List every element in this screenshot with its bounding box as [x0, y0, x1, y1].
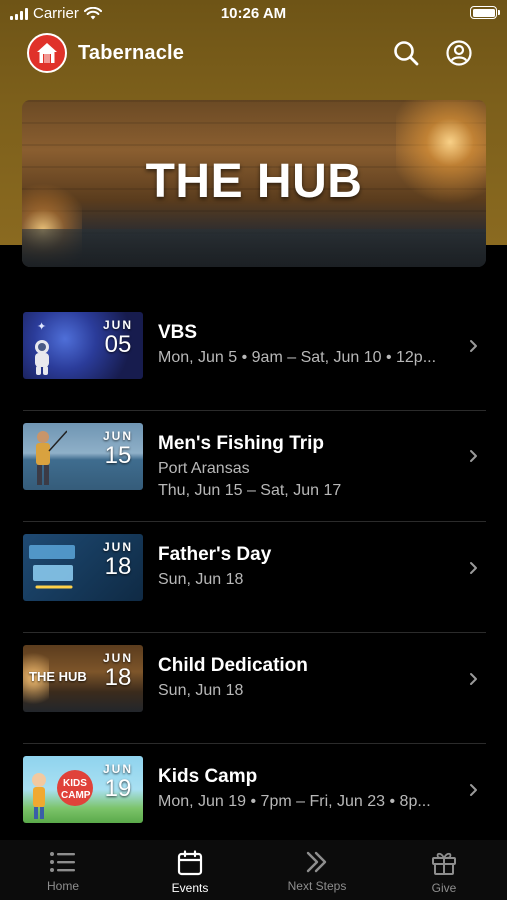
thumb-date: JUN 15: [103, 429, 133, 469]
event-row-vbs[interactable]: ✦ JUN 05 VBS Mon, Jun 5 • 9am – Sat, Jun…: [0, 300, 507, 411]
thumb-date: JUN 18: [103, 651, 133, 691]
thumb-day: 19: [104, 775, 132, 802]
gift-icon: [432, 852, 456, 875]
event-title: Men's Fishing Trip: [158, 433, 325, 454]
thumb-date: JUN 19: [103, 762, 133, 802]
chevron-right-icon: [470, 673, 477, 685]
event-title: Father's Day: [158, 544, 272, 565]
svg-text:CAMP: CAMP: [61, 790, 91, 801]
event-datetime: Thu, Jun 15 – Sat, Jun 17: [158, 482, 342, 499]
thumb-date: JUN 18: [103, 540, 133, 580]
tab-next-steps[interactable]: Next Steps: [254, 840, 380, 900]
event-row-kids-camp[interactable]: KIDS CAMP JUN 19 Kids Camp Mon, Jun 19 •…: [0, 744, 507, 855]
hero-title: THE HUB: [145, 155, 363, 208]
event-datetime: Mon, Jun 19 • 7pm – Fri, Jun 23 • 8p...: [158, 793, 431, 810]
fisherman-icon: [36, 430, 67, 485]
event-thumbnail: JUN 15: [23, 423, 143, 490]
event-thumbnail: KIDS CAMP JUN 19: [23, 756, 143, 823]
logo-mark-icon: [37, 43, 57, 63]
featured-hero-card[interactable]: THE HUB: [22, 100, 486, 267]
event-text: Men's Fishing Trip Port Aransas Thu, Jun…: [158, 433, 463, 504]
thumb-month: JUN: [102, 762, 133, 776]
status-time: 10:26 AM: [220, 5, 287, 22]
event-datetime: Sun, Jun 18: [158, 571, 244, 588]
event-row-child-dedication[interactable]: THE HUB JUN 18 Child Dedication Sun, Jun…: [0, 633, 507, 744]
list-icon: [50, 852, 75, 872]
app-title: Tabernacle: [78, 42, 185, 64]
event-location: Port Aransas: [158, 460, 250, 477]
chevron-right-icon: [470, 450, 477, 462]
thumb-day: 05: [104, 331, 132, 358]
tab-label: Next Steps: [287, 879, 347, 893]
search-icon: [394, 41, 419, 66]
thumb-hub-text: THE HUB: [29, 669, 87, 684]
event-text: VBS Mon, Jun 5 • 9am – Sat, Jun 10 • 12p…: [158, 322, 463, 371]
calendar-icon: [177, 850, 203, 876]
event-text: Kids Camp Mon, Jun 19 • 7pm – Fri, Jun 2…: [158, 766, 463, 815]
tab-events[interactable]: Events: [127, 840, 253, 900]
church-logo[interactable]: [27, 33, 67, 73]
event-thumbnail: THE HUB JUN 18: [23, 645, 143, 712]
kids-camp-art-icon: KIDS CAMP: [32, 770, 93, 819]
astronaut-icon: [35, 340, 49, 375]
tab-label: Home: [46, 879, 79, 893]
chevron-right-icon: [470, 340, 477, 352]
profile-button[interactable]: [444, 38, 474, 68]
tab-label: Give: [431, 881, 457, 895]
chevron-right-icon: [470, 562, 477, 574]
thumb-day: 15: [104, 442, 132, 469]
fathers-day-art-icon: [29, 545, 75, 589]
event-title: VBS: [158, 322, 198, 343]
event-title: Kids Camp: [158, 766, 258, 787]
profile-icon: [446, 40, 472, 66]
status-bar: Carrier 10:26 AM: [0, 0, 507, 30]
svg-text:KIDS: KIDS: [63, 778, 87, 789]
thumb-decor-text: ✦: [37, 321, 49, 333]
event-text: Father's Day Sun, Jun 18: [158, 544, 463, 593]
thumb-month: JUN: [102, 651, 133, 665]
event-datetime: Mon, Jun 5 • 9am – Sat, Jun 10 • 12p...: [158, 349, 437, 366]
event-text: Child Dedication Sun, Jun 18: [158, 655, 463, 704]
event-row-fathers-day[interactable]: JUN 18 Father's Day Sun, Jun 18: [0, 522, 507, 633]
bottom-tab-bar: Home Events Next Steps Give: [0, 840, 507, 900]
tab-label: Events: [171, 881, 209, 895]
thumb-month: JUN: [102, 318, 133, 332]
thumb-day: 18: [104, 553, 132, 580]
event-title: Child Dedication: [158, 655, 308, 676]
app-bar: Tabernacle: [0, 30, 507, 76]
thumb-month: JUN: [102, 540, 133, 554]
tab-home[interactable]: Home: [0, 840, 126, 900]
battery-icon: [470, 6, 500, 19]
hero-window-strip: [22, 229, 486, 267]
tab-give[interactable]: Give: [381, 840, 507, 900]
chevron-right-icon: [470, 784, 477, 796]
event-thumbnail: ✦ JUN 05: [23, 312, 143, 379]
search-button[interactable]: [391, 38, 421, 68]
thumb-date: JUN 05: [103, 318, 133, 358]
event-thumbnail: JUN 18: [23, 534, 143, 601]
double-chevron-icon: [306, 851, 327, 873]
thumb-day: 18: [104, 664, 132, 691]
event-datetime: Sun, Jun 18: [158, 682, 244, 699]
event-row-mens-fishing-trip[interactable]: JUN 15 Men's Fishing Trip Port Aransas T…: [0, 411, 507, 522]
thumb-month: JUN: [102, 429, 133, 443]
